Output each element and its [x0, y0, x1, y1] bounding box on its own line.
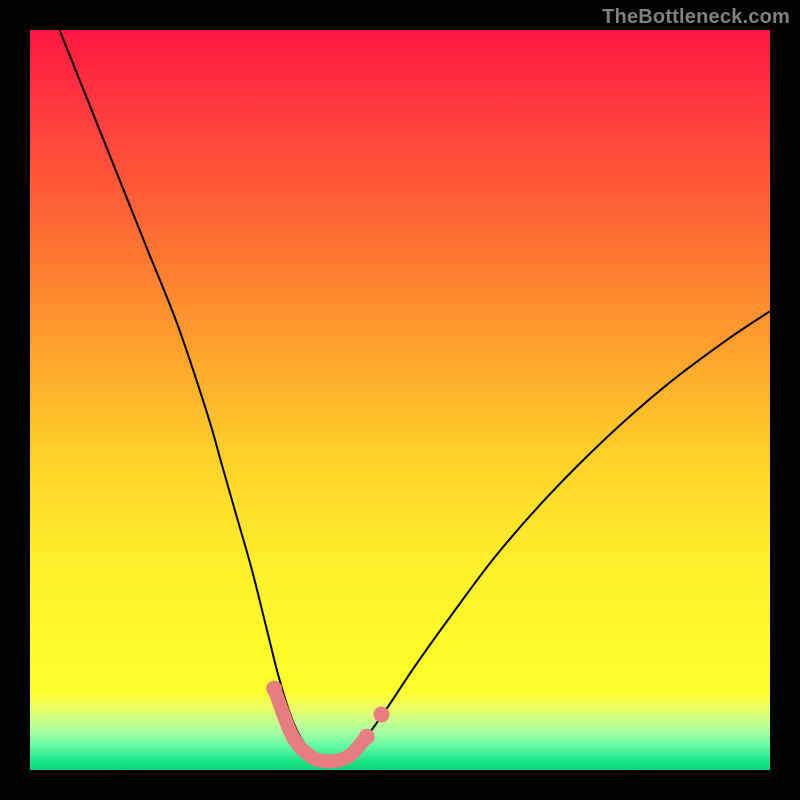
right-curve	[326, 311, 770, 761]
highlight-dot	[374, 707, 390, 723]
curves-svg	[30, 30, 770, 770]
highlight-dot	[266, 681, 282, 697]
highlight-dot	[359, 729, 375, 745]
left-curve	[60, 30, 326, 761]
plot-area	[30, 30, 770, 770]
watermark-text: TheBottleneck.com	[602, 6, 790, 29]
outer-frame: TheBottleneck.com	[0, 0, 800, 800]
bottleneck-highlight	[274, 689, 367, 762]
